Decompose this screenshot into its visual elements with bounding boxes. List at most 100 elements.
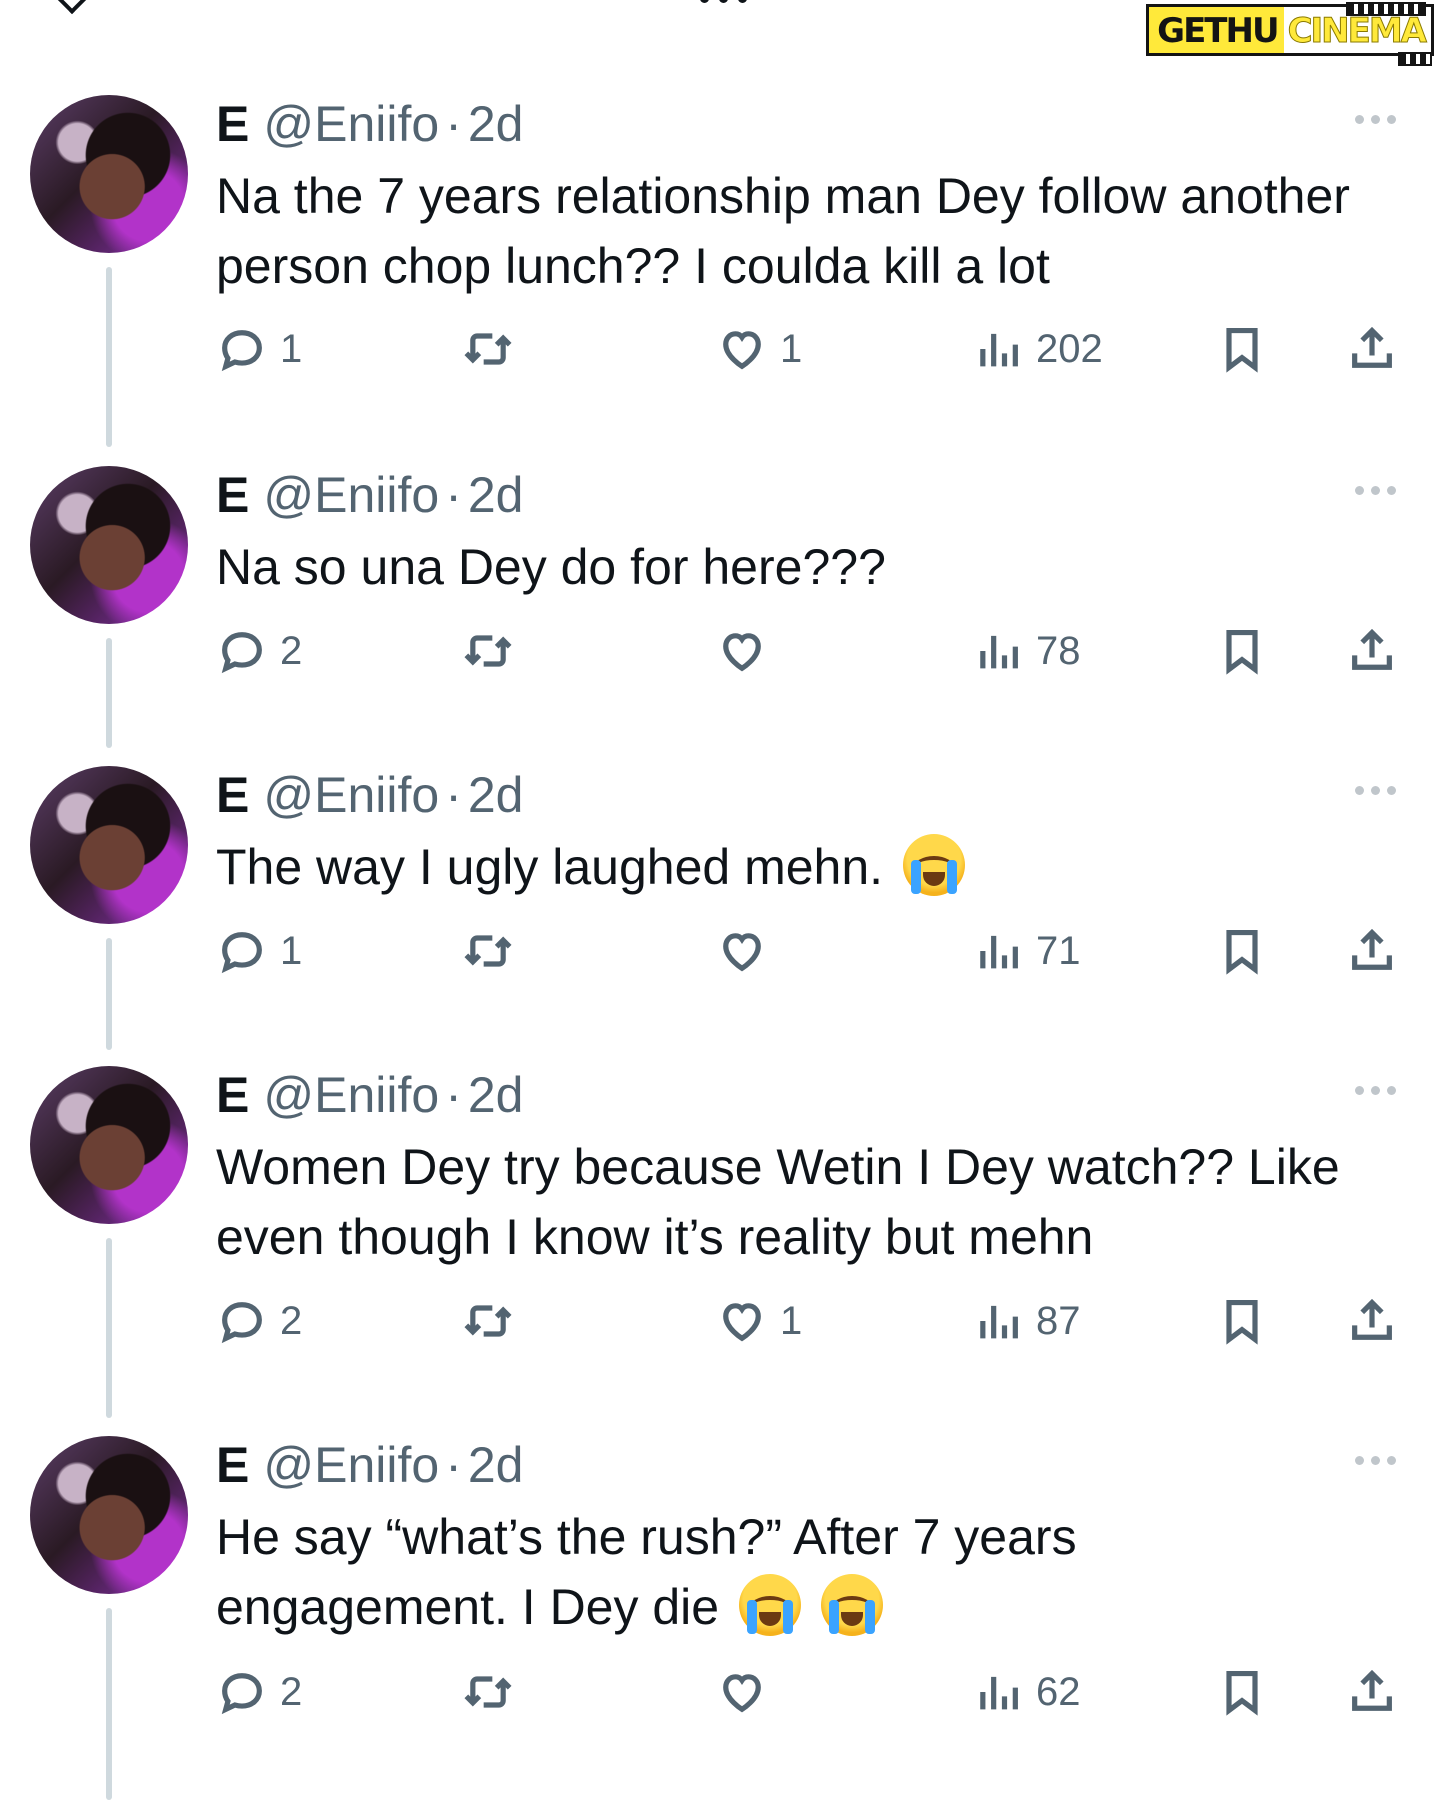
action-bar: 1 1 202 <box>216 319 1406 379</box>
reply-icon <box>221 330 262 372</box>
reply-button[interactable]: 2 <box>216 1662 302 1722</box>
reply-count: 1 <box>280 928 303 973</box>
retweet-icon <box>464 635 512 667</box>
views-button[interactable]: 202 <box>972 319 1103 379</box>
retweet-icon <box>464 1676 512 1708</box>
tweet-text-body: The way I ugly laughed mehn. <box>216 839 884 895</box>
views-icon <box>980 635 1018 669</box>
bookmark-button[interactable] <box>1216 1662 1268 1722</box>
author-handle[interactable]: @Eniifo <box>263 95 439 153</box>
author-name[interactable]: E <box>216 1436 249 1494</box>
bookmark-button[interactable] <box>1216 319 1268 379</box>
tweet-text: He say “what’s the rush?” After 7 years … <box>216 1502 1366 1642</box>
heart-icon <box>723 633 761 672</box>
more-icon[interactable] <box>1355 786 1396 795</box>
share-button[interactable] <box>1346 319 1398 379</box>
view-count: 71 <box>1036 928 1081 973</box>
like-button[interactable]: 1 <box>716 1291 802 1351</box>
reply-count: 2 <box>280 1298 303 1343</box>
watermark-logo: GETHU CINEMA <box>1146 2 1434 66</box>
tweet-header: E @Eniifo · 2d <box>216 1066 523 1126</box>
avatar[interactable] <box>30 766 188 924</box>
views-icon <box>980 1676 1018 1710</box>
like-button[interactable]: 1 <box>716 319 802 379</box>
top-more-icon[interactable] <box>700 0 747 3</box>
more-icon[interactable] <box>1355 486 1396 495</box>
thread-line <box>106 1608 112 1800</box>
author-name[interactable]: E <box>216 1066 249 1124</box>
author-handle[interactable]: @Eniifo <box>263 466 439 524</box>
view-count: 78 <box>1036 628 1081 673</box>
reply-button[interactable]: 2 <box>216 621 302 681</box>
reply-count: 1 <box>280 326 303 371</box>
reply-button[interactable]: 1 <box>216 921 302 981</box>
author-handle[interactable]: @Eniifo <box>263 1066 439 1124</box>
thread-line <box>106 638 112 748</box>
bookmark-icon <box>1226 929 1258 975</box>
views-button[interactable]: 78 <box>972 621 1081 681</box>
tweet[interactable]: E @Eniifo · 2d The way I ugly laughed me… <box>0 766 1440 1056</box>
more-icon[interactable] <box>1355 115 1396 124</box>
more-icon[interactable] <box>1355 1456 1396 1465</box>
heart-icon <box>723 1303 761 1342</box>
like-button[interactable] <box>716 921 780 981</box>
reply-icon <box>221 932 262 974</box>
avatar[interactable] <box>30 466 188 624</box>
like-button[interactable] <box>716 1662 780 1722</box>
author-handle[interactable]: @Eniifo <box>263 766 439 824</box>
views-button[interactable]: 62 <box>972 1662 1081 1722</box>
tweet-text: Na so una Dey do for here??? <box>216 539 886 595</box>
avatar[interactable] <box>30 1436 188 1594</box>
reply-count: 2 <box>280 1669 303 1714</box>
loudly-crying-face-emoji-icon <box>820 1574 883 1636</box>
retweet-button[interactable] <box>462 319 526 379</box>
timestamp[interactable]: 2d <box>468 1066 524 1124</box>
share-icon <box>1352 326 1392 368</box>
timestamp[interactable]: 2d <box>468 1436 524 1494</box>
share-button[interactable] <box>1346 1662 1398 1722</box>
bookmark-button[interactable] <box>1216 621 1268 681</box>
share-button[interactable] <box>1346 921 1398 981</box>
retweet-button[interactable] <box>462 621 526 681</box>
views-button[interactable]: 87 <box>972 1291 1081 1351</box>
tweet-header: E @Eniifo · 2d <box>216 766 523 826</box>
retweet-button[interactable] <box>462 1662 526 1722</box>
bookmark-button[interactable] <box>1216 921 1268 981</box>
retweet-button[interactable] <box>462 1291 526 1351</box>
avatar[interactable] <box>30 1066 188 1224</box>
tweet[interactable]: E @Eniifo · 2d Na the 7 years relationsh… <box>0 95 1440 455</box>
share-button[interactable] <box>1346 621 1398 681</box>
share-icon <box>1352 928 1392 970</box>
like-button[interactable] <box>716 621 780 681</box>
reply-button[interactable]: 2 <box>216 1291 302 1351</box>
retweet-button[interactable] <box>462 921 526 981</box>
more-icon[interactable] <box>1355 1086 1396 1095</box>
author-handle[interactable]: @Eniifo <box>263 1436 439 1494</box>
heart-icon <box>723 933 761 972</box>
view-count: 87 <box>1036 1298 1081 1343</box>
author-name[interactable]: E <box>216 766 249 824</box>
tweet-header: E @Eniifo · 2d <box>216 95 523 155</box>
author-name[interactable]: E <box>216 466 249 524</box>
timestamp[interactable]: 2d <box>468 766 524 824</box>
tweet[interactable]: E @Eniifo · 2d Women Dey try because Wet… <box>0 1066 1440 1426</box>
timestamp[interactable]: 2d <box>468 466 524 524</box>
views-button[interactable]: 71 <box>972 921 1081 981</box>
reply-button[interactable]: 1 <box>216 319 302 379</box>
retweet-icon <box>464 1305 512 1337</box>
author-name[interactable]: E <box>216 95 249 153</box>
tweet[interactable]: E @Eniifo · 2d He say “what’s the rush?”… <box>0 1436 1440 1800</box>
timestamp[interactable]: 2d <box>468 95 524 153</box>
tweet-header: E @Eniifo · 2d <box>216 466 523 526</box>
views-icon <box>980 1305 1018 1339</box>
share-icon <box>1352 628 1392 670</box>
chevron-down-icon[interactable] <box>57 0 87 15</box>
share-button[interactable] <box>1346 1291 1398 1351</box>
retweet-icon <box>464 333 512 365</box>
tweet[interactable]: E @Eniifo · 2d Na so una Dey do for here… <box>0 466 1440 756</box>
thread-line <box>106 1238 112 1418</box>
bookmark-button[interactable] <box>1216 1291 1268 1351</box>
views-icon <box>980 333 1018 367</box>
avatar[interactable] <box>30 95 188 253</box>
reply-icon <box>221 1302 262 1344</box>
